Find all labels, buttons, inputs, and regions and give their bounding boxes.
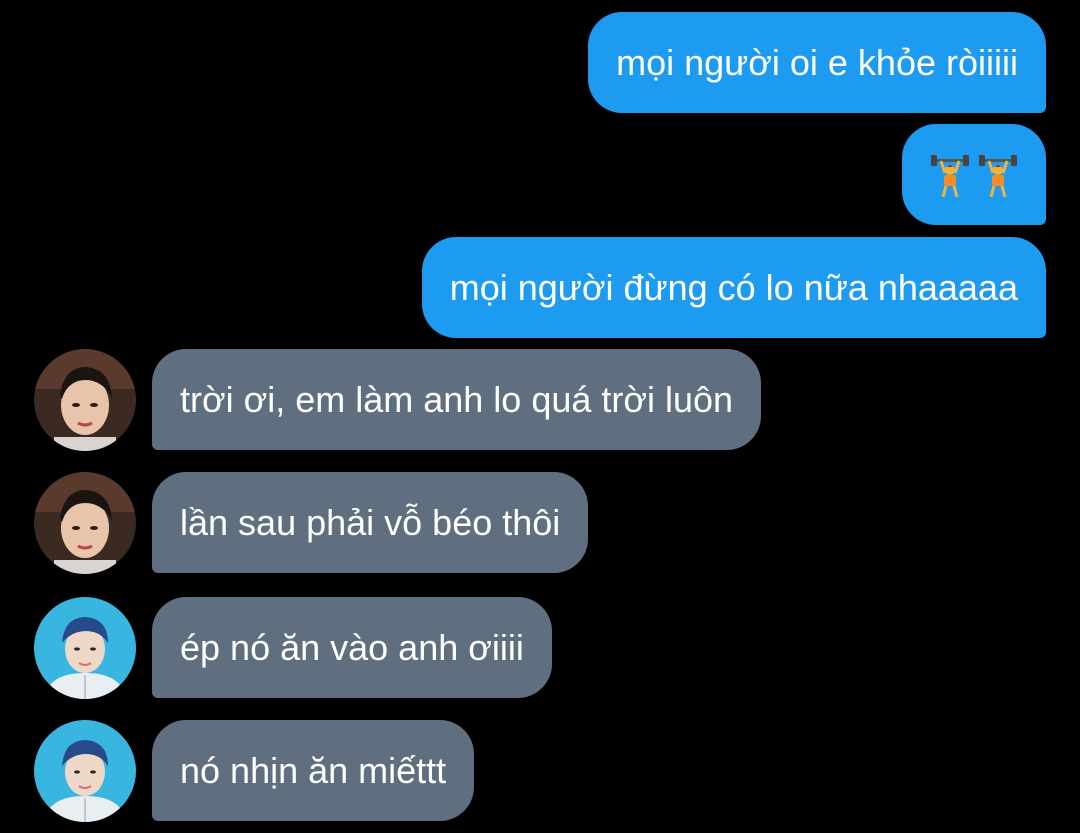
incoming-message-bubble[interactable]: trời ơi, em làm anh lo quá trời luôn	[152, 349, 762, 450]
outgoing-emoji-bubble[interactable]	[902, 124, 1046, 225]
incoming-message-bubble[interactable]: lần sau phải vỗ béo thôi	[152, 472, 589, 573]
avatar-2-photo	[34, 597, 136, 699]
avatar-1-photo	[34, 472, 136, 574]
message-text: lần sau phải vỗ béo thôi	[180, 502, 561, 543]
outgoing-message-bubble[interactable]: mọi người oi e khỏe ròiiiii	[588, 12, 1046, 113]
avatar[interactable]	[34, 720, 136, 822]
avatar-2-photo	[34, 720, 136, 822]
avatar[interactable]	[34, 472, 136, 574]
incoming-message-bubble[interactable]: ép nó ăn vào anh ơiiii	[152, 597, 552, 698]
emoji-group	[930, 155, 1018, 199]
message-text: trời ơi, em làm anh lo quá trời luôn	[180, 379, 734, 420]
outgoing-message-bubble[interactable]: mọi người đừng có lo nữa nhaaaaa	[421, 237, 1046, 338]
weightlifter-icon	[979, 155, 1017, 198]
avatar-1-photo	[34, 349, 136, 451]
message-text: ép nó ăn vào anh ơiiii	[180, 627, 524, 668]
incoming-message-bubble[interactable]: nó nhịn ăn miếttt	[152, 720, 475, 821]
message-text: mọi người oi e khỏe ròiiiii	[616, 42, 1018, 83]
avatar[interactable]	[34, 597, 136, 699]
avatar[interactable]	[34, 349, 136, 451]
message-text: nó nhịn ăn miếttt	[180, 750, 447, 791]
weightlifter-icon	[931, 155, 969, 198]
message-text: mọi người đừng có lo nữa nhaaaaa	[449, 267, 1018, 308]
